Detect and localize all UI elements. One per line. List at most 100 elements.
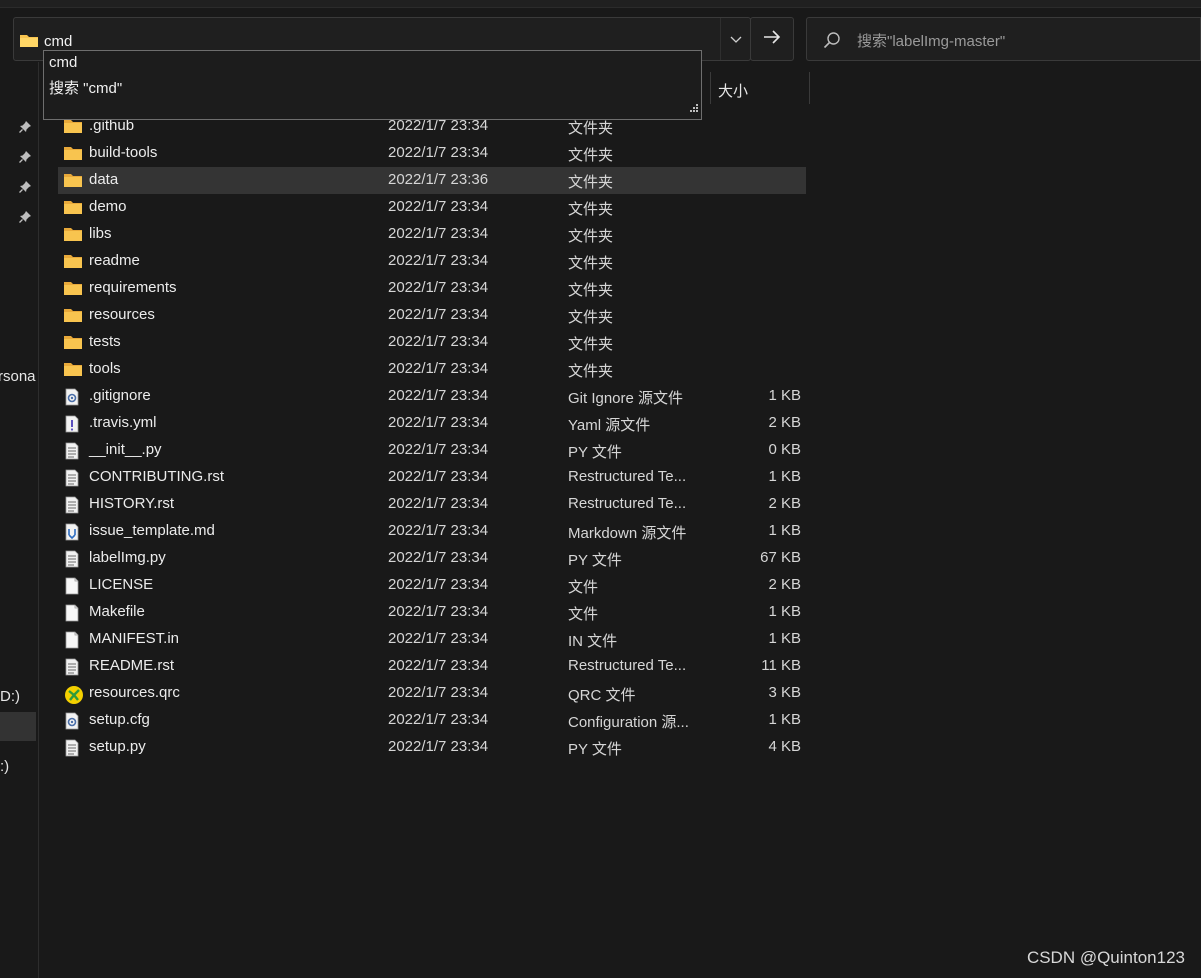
file-name: HISTORY.rst — [89, 495, 175, 512]
file-row[interactable]: tests 2022/1/7 23:34 文件夹 — [58, 329, 806, 356]
file-name: tests — [89, 333, 121, 350]
file-name: build-tools — [89, 144, 158, 161]
file-type: PY 文件 — [568, 741, 622, 758]
autocomplete-item[interactable]: cmd — [49, 54, 77, 71]
autocomplete-item[interactable]: 搜索 "cmd" — [49, 77, 122, 98]
file-size: 1 KB — [768, 630, 801, 647]
nav-item-personal[interactable]: rsona — [0, 368, 36, 385]
navigation-pane: rsona D:) :) — [0, 62, 39, 978]
pin-icon[interactable] — [19, 150, 32, 167]
config-file-icon — [64, 388, 80, 410]
file-date-modified: 2022/1/7 23:34 — [388, 711, 489, 728]
search-box[interactable] — [806, 17, 1201, 61]
file-row[interactable]: README.rst 2022/1/7 23:34 Restructured Te.… — [58, 653, 806, 680]
file-row[interactable]: Makefile 2022/1/7 23:34 文件 1 KB — [58, 599, 806, 626]
folder-icon — [63, 226, 83, 246]
file-type: 文件夹 — [568, 201, 614, 218]
file-row[interactable]: .gitignore 2022/1/7 23:34 Git Ignore 源文件 1 … — [58, 383, 806, 410]
file-row[interactable]: demo 2022/1/7 23:34 文件夹 — [58, 194, 806, 221]
file-row[interactable]: data 2022/1/7 23:36 文件夹 — [58, 167, 806, 194]
text-file-icon — [64, 496, 80, 518]
file-row[interactable]: tools 2022/1/7 23:34 文件夹 — [58, 356, 806, 383]
file-date-modified: 2022/1/7 23:34 — [388, 360, 489, 377]
folder-icon — [63, 280, 83, 300]
file-row[interactable]: LICENSE 2022/1/7 23:34 文件 2 KB — [58, 572, 806, 599]
file-list: .github 2022/1/7 23:34 文件夹 build-tools 2022/… — [58, 113, 808, 761]
file-row[interactable]: resources.qrc 2022/1/7 23:34 QRC 文件 3 KB — [58, 680, 806, 707]
text-file-icon — [64, 469, 80, 491]
file-name: CONTRIBUTING.rst — [89, 468, 224, 485]
folder-icon — [63, 253, 83, 273]
file-size: 3 KB — [768, 684, 801, 701]
search-icon — [823, 31, 841, 53]
file-row[interactable]: MANIFEST.in 2022/1/7 23:34 IN 文件 1 KB — [58, 626, 806, 653]
file-row[interactable]: setup.cfg 2022/1/7 23:34 Configuration 源..… — [58, 707, 806, 734]
file-size: 0 KB — [768, 441, 801, 458]
nav-item-drive[interactable]: :) — [0, 758, 9, 775]
watermark: CSDN @Quinton123 — [1026, 948, 1185, 967]
pin-icon[interactable] — [19, 120, 32, 137]
nav-item-drive-d[interactable]: D:) — [0, 688, 20, 705]
file-row[interactable]: build-tools 2022/1/7 23:34 文件夹 — [58, 140, 806, 167]
address-history-button[interactable] — [720, 18, 751, 60]
file-row[interactable]: issue_template.md 2022/1/7 23:34 Markdown … — [58, 518, 806, 545]
file-date-modified: 2022/1/7 23:34 — [388, 684, 489, 701]
file-name: labelImg.py — [89, 549, 166, 566]
arrow-right-icon — [763, 29, 781, 49]
file-size: 1 KB — [768, 522, 801, 539]
file-date-modified: 2022/1/7 23:34 — [388, 279, 489, 296]
file-row[interactable]: readme 2022/1/7 23:34 文件夹 — [58, 248, 806, 275]
pin-icon[interactable] — [19, 210, 32, 227]
file-date-modified: 2022/1/7 23:34 — [388, 630, 489, 647]
file-row[interactable]: resources 2022/1/7 23:34 文件夹 — [58, 302, 806, 329]
file-row[interactable]: libs 2022/1/7 23:34 文件夹 — [58, 221, 806, 248]
file-date-modified: 2022/1/7 23:34 — [388, 198, 489, 215]
file-row[interactable]: requirements 2022/1/7 23:34 文件夹 — [58, 275, 806, 302]
file-row[interactable]: setup.py 2022/1/7 23:34 PY 文件 4 KB — [58, 734, 806, 761]
file-date-modified: 2022/1/7 23:34 — [388, 441, 489, 458]
file-date-modified: 2022/1/7 23:34 — [388, 306, 489, 323]
file-type: 文件夹 — [568, 309, 614, 326]
file-type: Yaml 源文件 — [568, 417, 651, 434]
file-name: requirements — [89, 279, 177, 296]
file-type: 文件夹 — [568, 228, 614, 245]
file-date-modified: 2022/1/7 23:34 — [388, 603, 489, 620]
file-type: 文件夹 — [568, 120, 614, 137]
blank-file-icon — [64, 577, 80, 599]
file-date-modified: 2022/1/7 23:34 — [388, 252, 489, 269]
file-date-modified: 2022/1/7 23:34 — [388, 414, 489, 431]
file-date-modified: 2022/1/7 23:34 — [388, 576, 489, 593]
file-name: setup.py — [89, 738, 146, 755]
file-type: Restructured Te... — [568, 468, 687, 485]
file-name: issue_template.md — [89, 522, 215, 539]
pin-icon[interactable] — [19, 180, 32, 197]
file-type: Markdown 源文件 — [568, 525, 687, 542]
go-button[interactable] — [750, 17, 794, 61]
nav-item-selected[interactable] — [0, 712, 36, 741]
file-row[interactable]: .travis.yml 2022/1/7 23:34 Yaml 源文件 2 KB — [58, 410, 806, 437]
column-header-size[interactable]: 大小 — [710, 72, 810, 104]
file-type: 文件夹 — [568, 174, 614, 191]
file-size: 2 KB — [768, 495, 801, 512]
search-input[interactable] — [857, 30, 1187, 52]
file-size: 2 KB — [768, 576, 801, 593]
address-input[interactable] — [44, 30, 704, 52]
file-row[interactable]: __init__.py 2022/1/7 23:34 PY 文件 0 KB — [58, 437, 806, 464]
file-date-modified: 2022/1/7 23:34 — [388, 657, 489, 674]
file-type: 文件夹 — [568, 336, 614, 353]
text-file-icon — [64, 739, 80, 761]
file-row[interactable]: HISTORY.rst 2022/1/7 23:34 Restructured Te… — [58, 491, 806, 518]
file-date-modified: 2022/1/7 23:34 — [388, 144, 489, 161]
file-size: 1 KB — [768, 603, 801, 620]
folder-icon — [63, 334, 83, 354]
file-row[interactable]: labelImg.py 2022/1/7 23:34 PY 文件 67 KB — [58, 545, 806, 572]
file-type: Git Ignore 源文件 — [568, 390, 684, 407]
file-date-modified: 2022/1/7 23:34 — [388, 468, 489, 485]
config-file-icon — [64, 712, 80, 734]
chevron-down-icon — [730, 31, 742, 48]
file-name: Makefile — [89, 603, 145, 620]
file-type: 文件夹 — [568, 255, 614, 272]
resize-grip-icon[interactable] — [689, 100, 699, 117]
window-top-strip — [0, 0, 1201, 8]
file-row[interactable]: CONTRIBUTING.rst 2022/1/7 23:34 Restructur… — [58, 464, 806, 491]
